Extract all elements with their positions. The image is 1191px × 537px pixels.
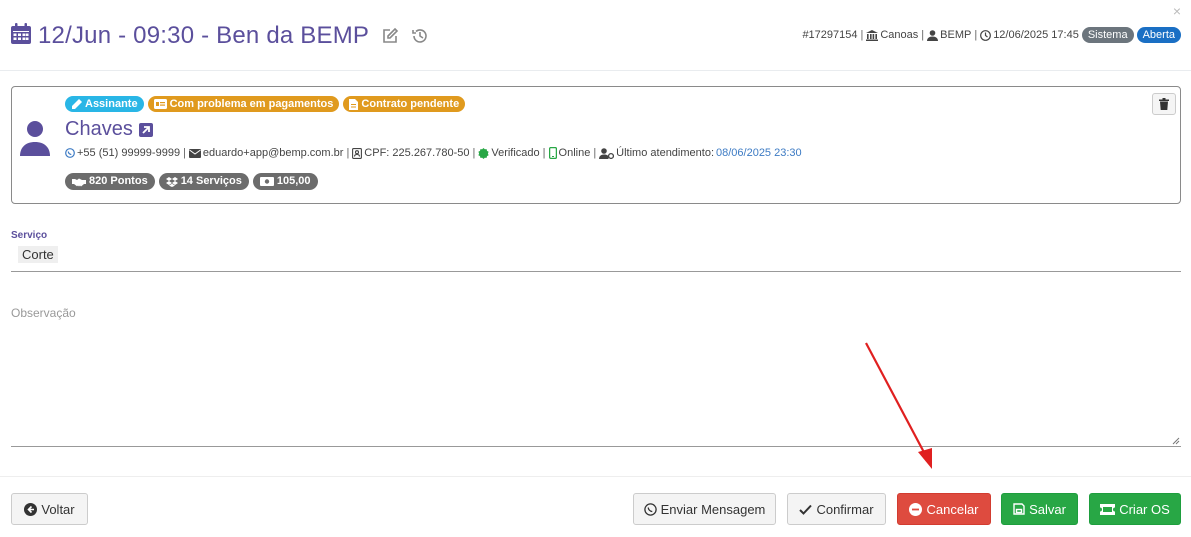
verified-badge-icon bbox=[478, 147, 489, 159]
annotation-arrow bbox=[865, 342, 932, 469]
tag-pending-contract[interactable]: Contrato pendente bbox=[343, 96, 466, 112]
stat-points: 820 Pontos bbox=[65, 173, 155, 190]
ticket-id: #17297154 bbox=[802, 29, 858, 41]
status-badge-system: Sistema bbox=[1081, 27, 1134, 43]
tag-payment-problem[interactable]: Com problema em pagamentos bbox=[147, 96, 340, 112]
status-badge-open: Aberta bbox=[1136, 27, 1181, 43]
title-area: 12/Jun - 09:30 - Ben da BEMP bbox=[10, 22, 429, 50]
send-message-button[interactable]: Enviar Mensagem bbox=[633, 493, 776, 525]
id-card-icon bbox=[153, 99, 167, 109]
confirm-button[interactable]: Confirmar bbox=[787, 493, 886, 525]
minus-circle-icon bbox=[909, 502, 923, 516]
stat-services: 14 Serviços bbox=[158, 173, 249, 190]
client-name-row: Chaves bbox=[65, 118, 153, 141]
whatsapp-icon bbox=[643, 502, 657, 516]
envelope-icon bbox=[188, 148, 201, 158]
client-verified: Verificado bbox=[491, 147, 540, 159]
user-text: BEMP bbox=[940, 29, 972, 41]
cancel-button[interactable]: Cancelar bbox=[897, 493, 991, 525]
arrow-left-circle-icon bbox=[24, 502, 38, 516]
location-text: Canoas bbox=[880, 29, 919, 41]
handshake-icon bbox=[72, 178, 86, 186]
external-link-icon[interactable] bbox=[138, 122, 153, 137]
clock-icon bbox=[980, 29, 992, 41]
money-icon bbox=[259, 177, 274, 186]
trash-icon bbox=[1159, 98, 1169, 110]
mobile-icon bbox=[548, 147, 557, 159]
client-phone[interactable]: +55 (51) 99999-9999 bbox=[77, 147, 180, 159]
history-icon[interactable] bbox=[411, 27, 429, 45]
whatsapp-icon bbox=[65, 148, 75, 158]
client-card: Assinante Com problema em pagamentos Con… bbox=[11, 86, 1181, 204]
page-title: 12/Jun - 09:30 - Ben da BEMP bbox=[38, 22, 370, 49]
ticket-icon bbox=[1100, 503, 1116, 515]
save-button[interactable]: Salvar bbox=[1001, 493, 1078, 525]
observation-label: Observação bbox=[11, 306, 76, 320]
last-attendance-label: Último atendimento: bbox=[616, 147, 714, 159]
tag-subscriber[interactable]: Assinante bbox=[65, 96, 144, 112]
edit-icon[interactable] bbox=[381, 27, 399, 45]
bank-icon bbox=[866, 29, 879, 41]
back-button[interactable]: Voltar bbox=[11, 493, 88, 525]
service-chip[interactable]: Corte bbox=[18, 246, 58, 263]
close-icon[interactable]: × bbox=[1173, 3, 1181, 19]
stat-money: 105,00 bbox=[252, 173, 318, 190]
pencil-icon bbox=[72, 98, 82, 109]
last-attendance-link[interactable]: 08/06/2025 23:30 bbox=[716, 147, 802, 159]
client-stats: 820 Pontos 14 Serviços 105,00 bbox=[65, 173, 318, 190]
modal-header: 12/Jun - 09:30 - Ben da BEMP #17297154 |… bbox=[0, 0, 1191, 71]
id-badge-icon bbox=[352, 147, 363, 159]
dropbox-icon bbox=[165, 176, 178, 187]
user-icon bbox=[927, 29, 939, 41]
user-cog-icon bbox=[599, 147, 615, 159]
document-icon bbox=[349, 98, 359, 110]
client-online: Online bbox=[558, 147, 591, 159]
client-info: +55 (51) 99999-9999 | eduardo+app@bemp.c… bbox=[65, 147, 802, 159]
check-icon bbox=[799, 504, 813, 515]
client-cpf: CPF: 225.267.780-50 bbox=[364, 147, 470, 159]
service-field-underline[interactable] bbox=[11, 271, 1181, 272]
client-tags: Assinante Com problema em pagamentos Con… bbox=[65, 96, 466, 112]
service-label: Serviço bbox=[11, 230, 48, 241]
datetime-text: 12/06/2025 17:45 bbox=[993, 29, 1079, 41]
create-os-button[interactable]: Criar OS bbox=[1089, 493, 1181, 525]
observation-textarea[interactable] bbox=[11, 328, 1181, 447]
resize-handle-icon[interactable] bbox=[1172, 437, 1180, 445]
ticket-meta: #17297154 | Canoas | BEMP | 12/06/2025 1… bbox=[802, 27, 1181, 43]
avatar bbox=[19, 120, 51, 161]
footer-divider bbox=[0, 476, 1191, 477]
calendar-icon bbox=[10, 22, 32, 50]
client-name[interactable]: Chaves bbox=[65, 118, 133, 141]
save-icon bbox=[1013, 503, 1025, 515]
delete-button[interactable] bbox=[1152, 93, 1176, 115]
client-email[interactable]: eduardo+app@bemp.com.br bbox=[203, 147, 344, 159]
